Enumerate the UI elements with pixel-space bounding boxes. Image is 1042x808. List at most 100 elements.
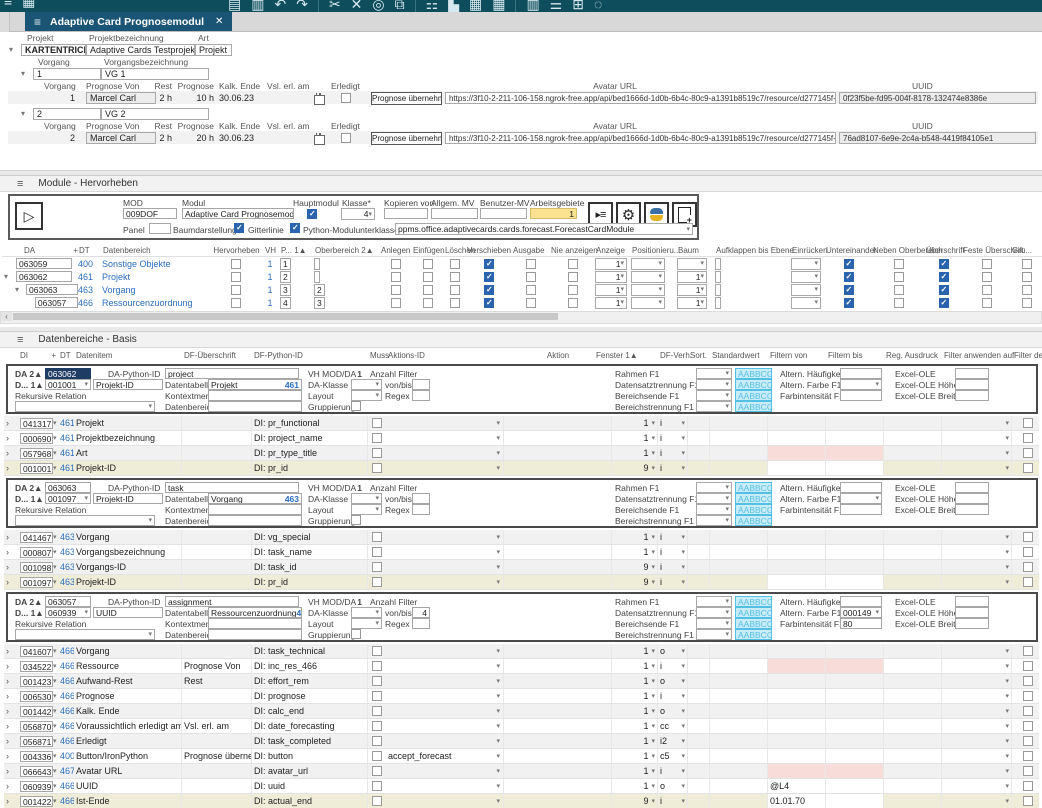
- chevron-down-icon[interactable]: ▾: [53, 579, 57, 586]
- farbintensitaet-f1-field[interactable]: [840, 390, 882, 401]
- einfuegen-checkbox[interactable]: [423, 298, 433, 308]
- chevron-down-icon[interactable]: ▾: [21, 69, 33, 78]
- chevron-down-icon[interactable]: ▾: [496, 738, 500, 745]
- filter-deak-checkbox[interactable]: [1023, 547, 1033, 557]
- baum-select[interactable]: 1▾: [677, 297, 707, 309]
- feste-ueberschrift-checkbox[interactable]: [982, 272, 992, 282]
- filtern-von-cell[interactable]: [768, 704, 826, 718]
- d1-name-field[interactable]: Projekt-ID: [93, 379, 163, 390]
- row-expander[interactable]: ›: [4, 575, 18, 589]
- benutzer-mv-field[interactable]: [480, 208, 527, 219]
- von-bis-field[interactable]: 4: [412, 607, 430, 618]
- positionierung-select[interactable]: ▾: [631, 258, 665, 270]
- row-expander[interactable]: ›: [4, 794, 18, 808]
- filtern-von-cell[interactable]: [768, 674, 826, 688]
- fenster-select[interactable]: 1: [643, 418, 648, 428]
- filtern-bis-cell[interactable]: [826, 794, 884, 808]
- altern-haeufigkeit-field[interactable]: [840, 368, 882, 379]
- df-verh-select[interactable]: c5: [660, 751, 670, 761]
- allgem-mv-field[interactable]: [431, 208, 478, 219]
- hamburger-icon[interactable]: ≡: [17, 334, 23, 346]
- filtern-von-cell[interactable]: [768, 719, 826, 733]
- altern-farbe-f1-select[interactable]: ▾: [840, 379, 882, 390]
- filtern-von-cell[interactable]: [768, 530, 826, 544]
- excel-ole-hoehe-field[interactable]: [955, 379, 989, 390]
- chevron-down-icon[interactable]: ▾: [1005, 708, 1009, 715]
- anzeige-select[interactable]: 1▾: [595, 297, 627, 309]
- chevron-down-icon[interactable]: ▾: [1005, 465, 1009, 472]
- row-expander[interactable]: ›: [4, 560, 18, 574]
- filter-deak-checkbox[interactable]: [1023, 691, 1033, 701]
- filtern-bis-cell[interactable]: [826, 764, 884, 778]
- untereinander-checkbox[interactable]: [844, 259, 854, 269]
- verschieben-checkbox[interactable]: [484, 298, 494, 308]
- bereichsende-f1-select[interactable]: ▾: [696, 618, 732, 629]
- chevron-down-icon[interactable]: ▾: [681, 579, 685, 586]
- baumdarstellung-checkbox[interactable]: [234, 223, 244, 233]
- da-python-id-field[interactable]: task: [165, 482, 299, 493]
- hervorheben-checkbox[interactable]: [231, 298, 241, 308]
- verschieben-checkbox[interactable]: [484, 285, 494, 295]
- datenbereich-field[interactable]: [208, 515, 302, 526]
- rahmen-f1-select[interactable]: ▾: [696, 482, 732, 493]
- filtern-von-cell[interactable]: [768, 764, 826, 778]
- einruecken-select[interactable]: ▾: [791, 258, 821, 270]
- chevron-down-icon[interactable]: ▾: [681, 465, 685, 472]
- chevron-down-icon[interactable]: ▾: [53, 534, 57, 541]
- nie-anzeigen-checkbox[interactable]: [568, 285, 578, 295]
- datenbereich-field[interactable]: [208, 629, 302, 640]
- filtern-bis-cell[interactable]: [826, 734, 884, 748]
- fenster-select[interactable]: 1: [643, 706, 648, 716]
- di-field[interactable]: 001422: [20, 796, 53, 807]
- users-icon[interactable]: ☷: [426, 0, 439, 12]
- search-icon[interactable]: ◎: [372, 0, 384, 12]
- filtern-von-cell[interactable]: [768, 689, 826, 703]
- rahmen-f1-select[interactable]: ▾: [696, 368, 732, 379]
- filtern-von-cell[interactable]: [768, 659, 826, 673]
- chevron-down-icon[interactable]: ▾: [496, 678, 500, 685]
- filtern-bis-cell[interactable]: [826, 779, 884, 793]
- filtern-von-cell[interactable]: @L4: [768, 779, 826, 793]
- filter-deak-checkbox[interactable]: [1023, 736, 1033, 746]
- muss-checkbox[interactable]: [372, 646, 382, 656]
- chevron-down-icon[interactable]: ▾: [53, 723, 57, 730]
- fenster-select[interactable]: 1: [643, 646, 648, 656]
- scrollbar-thumb[interactable]: [13, 313, 558, 320]
- panel-field[interactable]: [149, 223, 171, 234]
- aufklappen-field[interactable]: [715, 284, 721, 296]
- muss-checkbox[interactable]: [372, 691, 382, 701]
- chevron-down-icon[interactable]: ▾: [53, 549, 57, 556]
- fenster-select[interactable]: 1: [643, 448, 648, 458]
- df-verh-select[interactable]: i: [660, 418, 662, 428]
- bereichsende-f1-select[interactable]: ▾: [696, 390, 732, 401]
- row-expander[interactable]: ›: [4, 689, 18, 703]
- chevron-down-icon[interactable]: ▾: [496, 465, 500, 472]
- mod-field[interactable]: 009DOF: [123, 208, 177, 219]
- filtern-bis-cell[interactable]: [826, 446, 884, 460]
- bereichsende-f1-color-field[interactable]: AABBCC: [735, 390, 772, 401]
- filtern-von-cell[interactable]: [768, 734, 826, 748]
- chevron-down-icon[interactable]: ▾: [651, 549, 655, 556]
- d1-select[interactable]: 001001▾: [45, 379, 91, 390]
- muss-checkbox[interactable]: [372, 418, 382, 428]
- chevron-down-icon[interactable]: ▾: [651, 564, 655, 571]
- chevron-down-icon[interactable]: ▾: [651, 708, 655, 715]
- uuid-field[interactable]: 76ad8107-6e9e-2c4a-b548-4419f84105e1: [839, 132, 1036, 144]
- di-field[interactable]: 001098: [20, 562, 53, 573]
- filtern-bis-cell[interactable]: [826, 644, 884, 658]
- chevron-down-icon[interactable]: ▾: [651, 768, 655, 775]
- row-expander[interactable]: ›: [4, 644, 18, 658]
- di-field[interactable]: 056871: [20, 736, 53, 747]
- fenster-select[interactable]: 9: [643, 577, 648, 587]
- di-field[interactable]: 034522: [20, 661, 53, 672]
- chevron-down-icon[interactable]: ▾: [651, 648, 655, 655]
- row-expander[interactable]: ›: [4, 674, 18, 688]
- df-verh-select[interactable]: i: [660, 532, 662, 542]
- anlegen-checkbox[interactable]: [391, 298, 401, 308]
- ausgabe-checkbox[interactable]: [526, 272, 536, 282]
- filter-deak-checkbox[interactable]: [1023, 706, 1033, 716]
- chevron-down-icon[interactable]: ▾: [651, 738, 655, 745]
- chevron-down-icon[interactable]: ▾: [496, 534, 500, 541]
- filter-deak-checkbox[interactable]: [1023, 676, 1033, 686]
- tab-adaptive-card-prognosemodul[interactable]: ≡ Adaptive Card Prognosemodul ✕: [25, 12, 232, 31]
